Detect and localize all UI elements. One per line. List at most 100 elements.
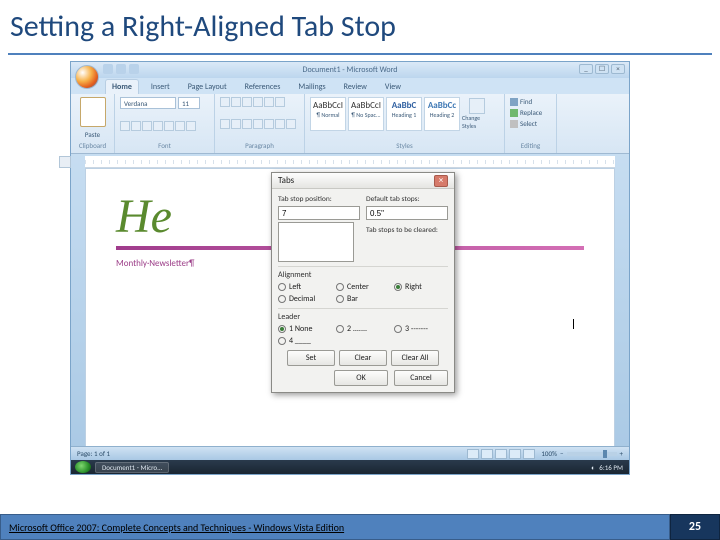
bold-button[interactable] xyxy=(120,121,130,131)
leader-under-radio[interactable]: 4 ____ xyxy=(278,336,332,346)
zoom-out-button[interactable]: − xyxy=(560,449,564,458)
styles-group-label: Styles xyxy=(310,141,499,150)
indent-dec-button[interactable] xyxy=(253,97,263,107)
line-spacing-button[interactable] xyxy=(264,119,274,129)
page-indicator[interactable]: Page: 1 of 1 xyxy=(77,449,110,458)
default-tab-input[interactable] xyxy=(366,206,448,220)
alignment-section-label: Alignment xyxy=(278,266,448,280)
ribbon-tabs: Home Insert Page Layout References Maili… xyxy=(71,78,629,94)
text-cursor xyxy=(573,319,574,329)
clock: 6:16 PM xyxy=(599,463,623,472)
minimize-button[interactable]: _ xyxy=(579,64,593,74)
clear-all-button[interactable]: Clear All xyxy=(391,350,439,366)
page-number: 25 xyxy=(670,514,720,540)
replace-icon xyxy=(510,109,518,117)
set-button[interactable]: Set xyxy=(287,350,335,366)
align-center-button[interactable] xyxy=(231,119,241,129)
justify-button[interactable] xyxy=(253,119,263,129)
align-right-button[interactable] xyxy=(242,119,252,129)
align-left-radio[interactable]: Left xyxy=(278,282,332,292)
tabs-dialog: Tabs × Tab stop position: Default tab st… xyxy=(271,172,455,393)
footer-left: Microsoft Office 2007: Complete Concepts… xyxy=(0,514,670,540)
tab-stop-position-input[interactable] xyxy=(278,206,360,220)
editing-group-label: Editing xyxy=(510,141,551,150)
slide-footer: Microsoft Office 2007: Complete Concepts… xyxy=(0,498,720,540)
tab-references[interactable]: References xyxy=(239,80,287,94)
tab-selector[interactable] xyxy=(59,156,71,168)
align-left-button[interactable] xyxy=(220,119,230,129)
maximize-button[interactable]: ☐ xyxy=(595,64,609,74)
style-heading2[interactable]: AaBbCcHeading 2 xyxy=(424,97,460,131)
start-button[interactable] xyxy=(75,461,91,473)
tab-mailings[interactable]: Mailings xyxy=(292,80,331,94)
align-bar-radio[interactable]: Bar xyxy=(336,294,390,304)
underline-button[interactable] xyxy=(142,121,152,131)
quick-access-toolbar[interactable] xyxy=(103,64,139,74)
numbering-button[interactable] xyxy=(231,97,241,107)
style-no-spacing[interactable]: AaBbCcI¶ No Spac... xyxy=(348,97,384,131)
shading-button[interactable] xyxy=(275,119,285,129)
taskbar-word-item[interactable]: Document1 - Micro... xyxy=(95,462,169,473)
horizontal-ruler[interactable] xyxy=(85,156,615,168)
default-tab-label: Default tab stops: xyxy=(366,195,448,204)
zoom-in-button[interactable]: + xyxy=(620,449,624,458)
font-name-dropdown[interactable]: Verdana xyxy=(120,97,176,109)
close-button[interactable]: × xyxy=(611,64,625,74)
select-icon xyxy=(510,120,518,128)
strike-button[interactable] xyxy=(153,121,163,131)
zoom-slider[interactable] xyxy=(567,452,617,456)
subscript-button[interactable] xyxy=(164,121,174,131)
window-title: Document1 - Microsoft Word xyxy=(303,65,398,75)
sort-button[interactable] xyxy=(275,97,285,107)
slide-title: Setting a Right-Aligned Tab Stop xyxy=(0,0,720,53)
borders-button[interactable] xyxy=(286,119,296,129)
paste-label: Paste xyxy=(76,130,109,139)
find-button[interactable]: Find xyxy=(510,97,551,106)
align-right-radio[interactable]: Right xyxy=(394,282,448,292)
paragraph-group-label: Paragraph xyxy=(220,141,299,150)
style-heading1[interactable]: AaBbCHeading 1 xyxy=(386,97,422,131)
tray-icon[interactable]: ◐ xyxy=(591,463,595,472)
italic-button[interactable] xyxy=(131,121,141,131)
align-decimal-radio[interactable]: Decimal xyxy=(278,294,332,304)
word-screenshot: Document1 - Microsoft Word _ ☐ × Home In… xyxy=(70,61,630,475)
ok-button[interactable]: OK xyxy=(334,370,388,386)
view-buttons[interactable] xyxy=(467,449,535,459)
clear-button[interactable]: Clear xyxy=(339,350,387,366)
leader-dashes-radio[interactable]: 3 ------- xyxy=(394,324,448,334)
leader-dots-radio[interactable]: 2 ....... xyxy=(336,324,390,334)
multilevel-button[interactable] xyxy=(242,97,252,107)
dialog-close-button[interactable]: × xyxy=(434,175,448,187)
superscript-button[interactable] xyxy=(175,121,185,131)
zoom-label[interactable]: 100% xyxy=(541,449,557,458)
select-button[interactable]: Select xyxy=(510,119,551,128)
paste-button[interactable] xyxy=(80,97,106,127)
replace-button[interactable]: Replace xyxy=(510,108,551,117)
font-group-label: Font xyxy=(120,141,209,150)
bullets-button[interactable] xyxy=(220,97,230,107)
indent-inc-button[interactable] xyxy=(264,97,274,107)
find-icon xyxy=(510,98,518,106)
statusbar: Page: 1 of 1 100% − + xyxy=(71,446,629,460)
clipboard-group-label: Clipboard xyxy=(76,141,109,150)
leader-none-radio[interactable]: 1 None xyxy=(278,324,332,334)
tab-home[interactable]: Home xyxy=(105,79,139,94)
office-button[interactable] xyxy=(75,65,99,89)
tab-view[interactable]: View xyxy=(379,80,407,94)
align-center-radio[interactable]: Center xyxy=(336,282,390,292)
leader-section-label: Leader xyxy=(278,308,448,322)
tab-stop-position-label: Tab stop position: xyxy=(278,195,360,204)
style-normal[interactable]: AaBbCcI¶ Normal xyxy=(310,97,346,131)
tab-stop-list[interactable] xyxy=(278,222,354,262)
font-size-dropdown[interactable]: 11 xyxy=(178,97,200,109)
tab-page-layout[interactable]: Page Layout xyxy=(182,80,233,94)
footer-text: Microsoft Office 2007: Complete Concepts… xyxy=(9,521,344,534)
cancel-button[interactable]: Cancel xyxy=(394,370,448,386)
taskbar: Document1 - Micro... ◐ 6:16 PM xyxy=(71,460,629,474)
tab-review[interactable]: Review xyxy=(338,80,373,94)
tab-insert[interactable]: Insert xyxy=(145,80,176,94)
dialog-title: Tabs xyxy=(278,175,294,186)
titlebar: Document1 - Microsoft Word _ ☐ × xyxy=(71,62,629,78)
font-color-button[interactable] xyxy=(186,121,196,131)
change-styles-button[interactable]: Change Styles xyxy=(462,97,492,131)
